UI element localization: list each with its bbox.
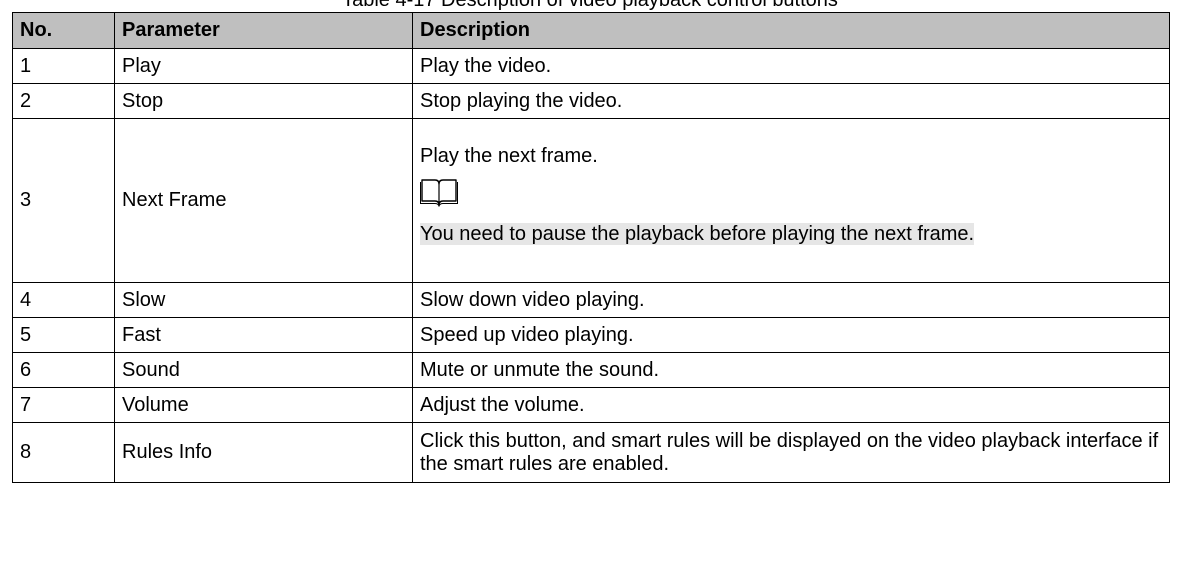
header-no: No. [12, 12, 115, 49]
table-row: 4 Slow Slow down video playing. [12, 282, 1170, 318]
row-no: 3 [12, 118, 115, 283]
table-row: 7 Volume Adjust the volume. [12, 387, 1170, 423]
row-description: Slow down video playing. [412, 282, 1170, 318]
row-parameter: Rules Info [114, 422, 413, 483]
header-description: Description [412, 12, 1170, 49]
row-no: 1 [12, 48, 115, 84]
note-text: You need to pause the playback before pl… [420, 223, 975, 245]
row-no: 7 [12, 387, 115, 423]
row-parameter: Volume [114, 387, 413, 423]
row-parameter: Slow [114, 282, 413, 318]
row-description-cell: Play the next frame. You need to pause t… [412, 118, 1170, 283]
table-caption: Table 4-17 Description of video playback… [0, 0, 1180, 12]
table-row: 3 Next Frame Play the next frame. You ne… [12, 118, 1170, 283]
row-parameter: Sound [114, 352, 413, 388]
row-parameter: Stop [114, 83, 413, 119]
row-description: Stop playing the video. [412, 83, 1170, 119]
table-row: 8 Rules Info Click this button, and smar… [12, 422, 1170, 483]
note-text-block: You need to pause the playback before pl… [420, 213, 1162, 256]
row-description: Play the video. [412, 48, 1170, 84]
parameter-table: No. Parameter Description 1 Play Play th… [12, 12, 1170, 483]
row-parameter: Next Frame [114, 118, 413, 283]
row-parameter: Play [114, 48, 413, 84]
row-description: Mute or unmute the sound. [412, 352, 1170, 388]
table-row: 1 Play Play the video. [12, 48, 1170, 84]
table-caption-text: Table 4-17 Description of video playback… [342, 0, 838, 11]
row-description: Click this button, and smart rules will … [412, 422, 1170, 483]
row-no: 4 [12, 282, 115, 318]
table-header-row: No. Parameter Description [12, 12, 1170, 49]
row-no: 2 [12, 83, 115, 119]
row-description: Speed up video playing. [412, 317, 1170, 353]
table-row: 5 Fast Speed up video playing. [12, 317, 1170, 353]
table-row: 2 Stop Stop playing the video. [12, 83, 1170, 119]
row-description: Adjust the volume. [412, 387, 1170, 423]
row-no: 8 [12, 422, 115, 483]
row-parameter: Fast [114, 317, 413, 353]
row-no: 6 [12, 352, 115, 388]
table-row: 6 Sound Mute or unmute the sound. [12, 352, 1170, 388]
row-description: Play the next frame. [420, 145, 598, 167]
book-icon [420, 179, 458, 207]
header-parameter: Parameter [114, 12, 413, 49]
row-no: 5 [12, 317, 115, 353]
